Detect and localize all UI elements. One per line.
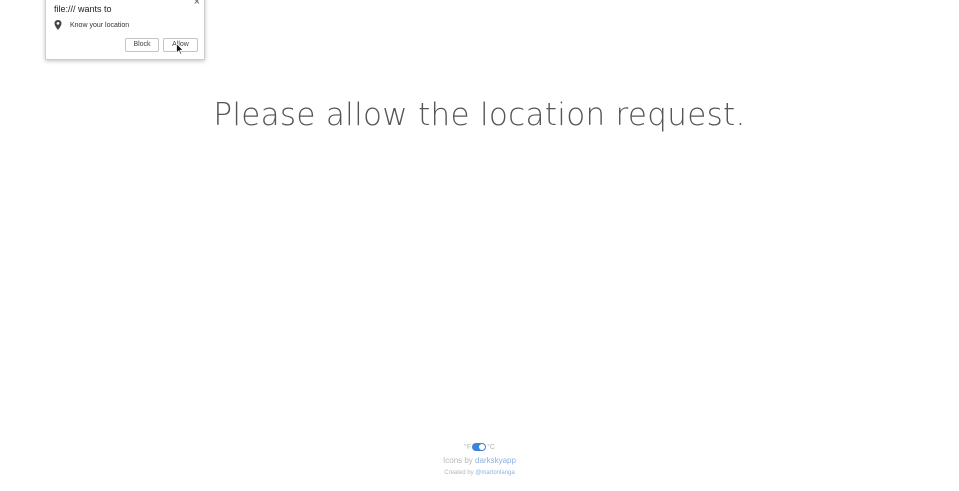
unit-fahrenheit-label: °F — [464, 443, 472, 451]
popup-title: file:/// wants to — [54, 4, 112, 14]
location-pin-icon — [54, 20, 62, 30]
toggle-knob — [479, 444, 486, 450]
darkskyapp-link[interactable]: darkskyapp — [475, 456, 516, 465]
unit-celsius-label: °C — [487, 443, 495, 451]
mouse-cursor-icon — [176, 43, 184, 55]
block-button[interactable]: Block — [125, 38, 159, 52]
created-credit-prefix: Created by — [444, 470, 474, 476]
unit-toggle-switch[interactable] — [472, 443, 487, 451]
unit-switch-row: °F °C — [0, 441, 959, 453]
close-icon[interactable]: × — [194, 0, 200, 9]
permission-request-label: Know your location — [70, 21, 130, 29]
footer: °F °C Icons by darkskyapp Created by @ma… — [0, 441, 959, 476]
icons-credit: Icons by darkskyapp — [0, 456, 959, 468]
permission-request-location: Know your location — [54, 20, 129, 30]
location-request-message: Please allow the location request. — [213, 97, 746, 133]
created-credit: Created by @martonlanga — [0, 470, 959, 476]
icons-credit-prefix: Icons by — [443, 456, 473, 465]
author-link[interactable]: @martonlanga — [475, 470, 514, 476]
